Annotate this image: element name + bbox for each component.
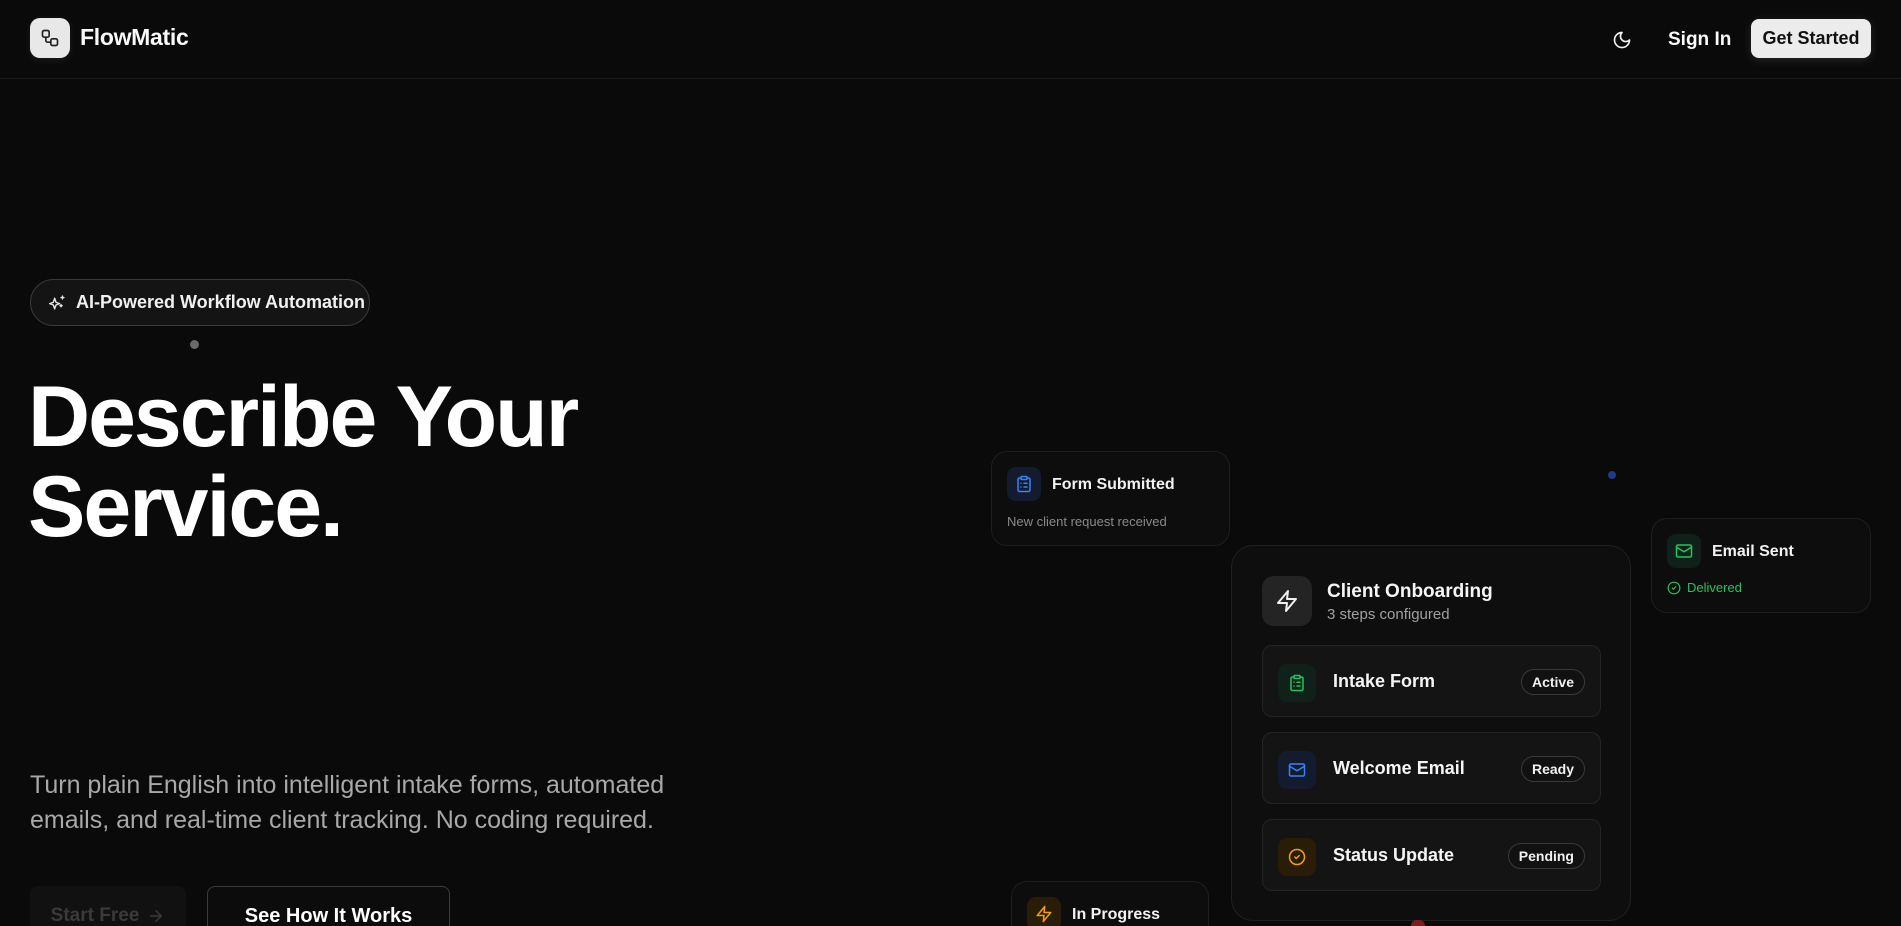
clipboard-icon: [1278, 664, 1316, 702]
status-badge: Active: [1520, 669, 1585, 695]
email-sent-status-text: Delivered: [1687, 580, 1742, 595]
check-circle-icon: [1667, 581, 1681, 594]
mail-icon: [1278, 751, 1316, 789]
workflow-step-status-update[interactable]: Status Update Pending: [1262, 819, 1601, 891]
in-progress-card: In Progress: [1011, 881, 1209, 926]
top-navbar: FlowMatic Sign In Get Started: [0, 0, 1901, 79]
workflow-title: Client Onboarding: [1327, 581, 1493, 602]
zap-icon: [1027, 897, 1061, 926]
workflow-subtitle: 3 steps configured: [1327, 606, 1450, 623]
form-submitted-title: Form Submitted: [1052, 476, 1175, 493]
brand-name[interactable]: FlowMatic: [80, 24, 189, 51]
sparkles-icon: [49, 295, 65, 310]
hero-title-line-1: Describe Your: [28, 369, 579, 465]
mail-icon: [1667, 534, 1701, 568]
hero-badge-text: AI-Powered Workflow Automation: [76, 292, 366, 312]
zap-icon: [1262, 576, 1312, 626]
step-label: Status Update: [1333, 845, 1455, 865]
start-free-button[interactable]: Start Free: [30, 886, 186, 926]
start-free-label: Start Free: [50, 905, 140, 926]
theme-toggle-button[interactable]: [1606, 24, 1638, 56]
step-label: Welcome Email: [1333, 758, 1465, 778]
hero-title-line-2: Service.: [28, 459, 344, 555]
decorative-dot: [190, 340, 199, 349]
sign-in-button[interactable]: Sign In: [1660, 27, 1739, 53]
check-circle-icon: [1278, 838, 1316, 876]
workflow-icon[interactable]: [30, 18, 70, 58]
status-badge: Ready: [1520, 756, 1585, 782]
get-started-button[interactable]: Get Started: [1751, 19, 1871, 58]
hero-badge: AI-Powered Workflow Automation: [30, 279, 370, 326]
form-submitted-subtitle: New client request received: [1007, 514, 1167, 529]
workflow-step-intake-form[interactable]: Intake Form Active: [1262, 645, 1601, 717]
email-sent-title: Email Sent: [1712, 543, 1794, 560]
moon-icon: [1613, 31, 1631, 49]
arrow-right-icon: [150, 910, 163, 922]
in-progress-title: In Progress: [1072, 906, 1161, 923]
status-badge: Pending: [1507, 843, 1585, 869]
decorative-dot-red: [1411, 920, 1425, 926]
hero-subtitle: Turn plain English into intelligent inta…: [30, 771, 665, 834]
form-submitted-card: Form Submitted New client request receiv…: [991, 451, 1230, 546]
step-label: Intake Form: [1333, 671, 1436, 691]
email-sent-card: Email Sent Delivered: [1651, 518, 1871, 613]
hero-title: Describe Your Service.: [28, 372, 788, 552]
workflow-card: Client Onboarding 3 steps configured Int…: [1231, 545, 1631, 921]
clipboard-icon: [1007, 467, 1041, 501]
workflow-step-welcome-email[interactable]: Welcome Email Ready: [1262, 732, 1601, 804]
email-sent-status: Delivered: [1667, 580, 1742, 595]
see-how-it-works-button[interactable]: See How It Works: [207, 886, 450, 926]
decorative-dot-blue: [1608, 471, 1616, 479]
